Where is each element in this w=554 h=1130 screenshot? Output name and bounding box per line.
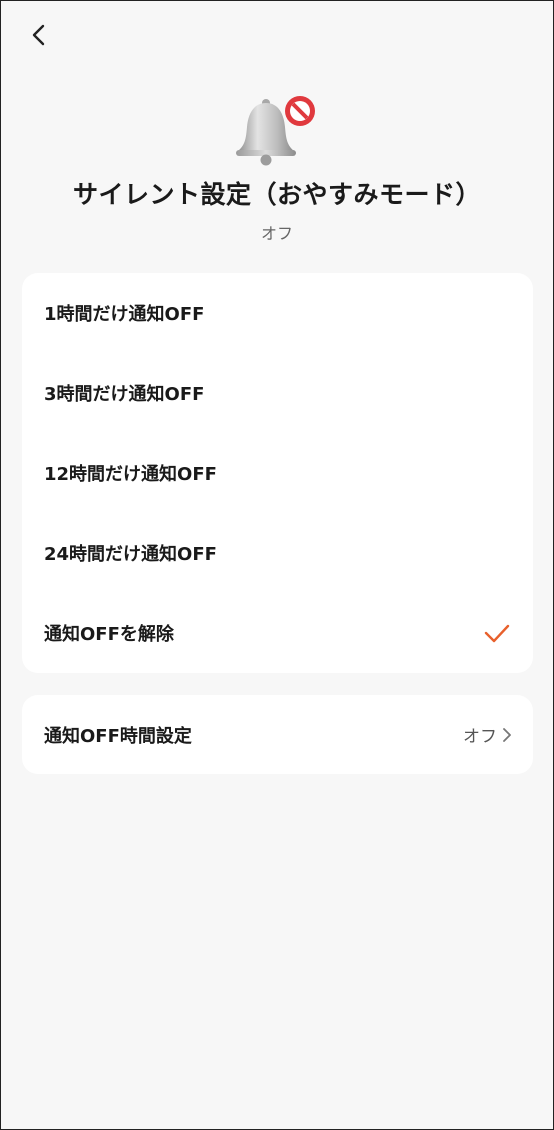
chevron-right-icon bbox=[503, 727, 511, 742]
schedule-value-group: オフ bbox=[463, 722, 513, 747]
option-label: 3時間だけ通知OFF bbox=[44, 384, 205, 405]
option-label: 24時間だけ通知OFF bbox=[44, 544, 217, 565]
status-text: オフ bbox=[260, 224, 293, 243]
back-button[interactable] bbox=[19, 15, 59, 55]
quiet-duration-options: 1時間だけ通知OFF 3時間だけ通知OFF 12時間だけ通知OFF 24時間だけ… bbox=[22, 273, 533, 673]
chevron-left-icon bbox=[32, 24, 45, 46]
bell-muted-icon bbox=[236, 96, 315, 166]
option-1-hour[interactable]: 1時間だけ通知OFF bbox=[22, 273, 533, 353]
option-label: 通知OFFを解除 bbox=[44, 624, 174, 645]
schedule-label: 通知OFF時間設定 bbox=[44, 725, 192, 747]
quiet-time-schedule-row[interactable]: 通知OFF時間設定 オフ bbox=[22, 695, 533, 774]
checkmark-icon bbox=[484, 624, 510, 643]
schedule-value: オフ bbox=[463, 727, 497, 747]
option-24-hours[interactable]: 24時間だけ通知OFF bbox=[22, 513, 533, 593]
option-label: 12時間だけ通知OFF bbox=[44, 464, 217, 485]
page-title: サイレント設定（おやすみモード） bbox=[72, 180, 481, 209]
schedule-card: 通知OFF時間設定 オフ bbox=[22, 695, 533, 774]
screen: サイレント設定（おやすみモード） オフ 1時間だけ通知OFF 3時間だけ通知OF… bbox=[0, 0, 554, 1130]
option-12-hours[interactable]: 12時間だけ通知OFF bbox=[22, 433, 533, 513]
option-cancel-quiet[interactable]: 通知OFFを解除 bbox=[22, 593, 533, 673]
option-3-hours[interactable]: 3時間だけ通知OFF bbox=[22, 353, 533, 433]
option-label: 1時間だけ通知OFF bbox=[44, 304, 205, 325]
